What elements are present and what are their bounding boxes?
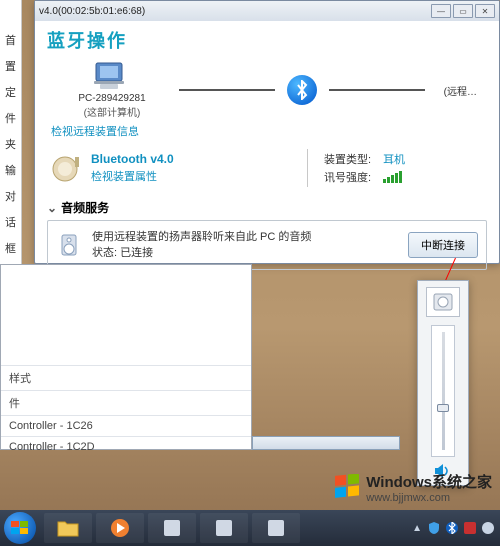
watermark: Windows系统之家 www.bjjmwx.com [334, 471, 492, 504]
left-sidebar-item[interactable]: 首 [0, 28, 21, 54]
remote-device-label: (远程… [437, 83, 477, 98]
left-sidebar-item[interactable]: 定 [0, 80, 21, 106]
app-icon [214, 518, 234, 538]
audio-description: 使用远程装置的扬声器聆听来自此 PC 的音频 [92, 229, 408, 245]
speaker-box-icon [432, 292, 454, 312]
audio-service-header[interactable]: ⌄ 音频服务 [47, 199, 487, 216]
computer-icon [92, 61, 132, 91]
device-type-label: 装置类型: [324, 151, 371, 167]
local-pc-name: PC-289429281 [78, 93, 145, 104]
app-icon [266, 518, 286, 538]
start-button[interactable] [4, 512, 36, 544]
left-sidebar-item[interactable]: 输对话框 [0, 158, 21, 262]
volume-device-icon[interactable] [426, 287, 460, 317]
view-remote-device-info-link[interactable]: 检视远程装置信息 [51, 123, 487, 139]
collapse-icon: ⌄ [47, 201, 57, 215]
list-item[interactable]: Controller - 1C26 [1, 415, 251, 436]
connection-diagram: PC-289429281 (这部计算机) (远程… [47, 61, 487, 119]
signal-strength-icon [383, 171, 402, 183]
status-label: 状态: [92, 247, 117, 259]
app-icon [162, 518, 182, 538]
volume-mixer-popup [417, 280, 469, 486]
watermark-suffix: 系统之家 [432, 474, 492, 491]
background-window: 样式 件 Controller - 1C26 Controller - 1C2D [0, 264, 252, 450]
minimize-button[interactable]: — [431, 4, 451, 18]
tray-bluetooth-icon[interactable] [446, 522, 458, 534]
audio-service-label: 音频服务 [61, 199, 109, 216]
window-titlebar[interactable]: v4.0(00:02:5b:01:e6:68) — ▭ ✕ [35, 1, 499, 21]
maximize-button[interactable]: ▭ [453, 4, 473, 18]
watermark-url: www.bjjmwx.com [366, 492, 492, 504]
window-title: v4.0(00:02:5b:01:e6:68) [39, 6, 429, 17]
signal-strength-label: 讯号强度: [324, 169, 371, 185]
windows-logo-icon [334, 474, 362, 502]
window-heading: 蓝牙操作 [47, 27, 487, 53]
tray-shield-icon[interactable] [428, 522, 440, 534]
connection-line-left [179, 89, 275, 91]
left-sidebar-item[interactable]: 件夹 [0, 106, 21, 158]
local-pc-sublabel: (这部计算机) [84, 104, 141, 119]
connection-line-right [329, 89, 425, 91]
headphone-device-icon [47, 151, 91, 185]
taskbar-item[interactable] [44, 513, 92, 543]
status-value: 已连接 [120, 247, 153, 259]
close-button[interactable]: ✕ [475, 4, 495, 18]
tray-app-icon[interactable] [482, 522, 494, 534]
bluetooth-device-name: Bluetooth v4.0 [91, 152, 174, 166]
minimized-window-strip[interactable] [252, 436, 400, 450]
taskbar: ▲ [0, 510, 500, 546]
volume-slider[interactable] [431, 325, 455, 457]
volume-slider-thumb[interactable] [437, 404, 449, 412]
taskbar-item[interactable] [200, 513, 248, 543]
folder-icon [57, 519, 79, 537]
device-type-value: 耳机 [383, 151, 405, 167]
tray-icon[interactable]: ▲ [412, 523, 422, 534]
list-item[interactable]: 样式 [1, 365, 251, 390]
taskbar-item[interactable] [96, 513, 144, 543]
list-item[interactable]: 件 [1, 390, 251, 415]
left-sidebar-item[interactable]: 置 [0, 54, 21, 80]
speaker-icon [56, 231, 84, 259]
taskbar-item[interactable] [148, 513, 196, 543]
taskbar-item[interactable] [252, 513, 300, 543]
tray-app-icon[interactable] [464, 522, 476, 534]
watermark-brand: Windows [366, 474, 432, 491]
bluetooth-window: v4.0(00:02:5b:01:e6:68) — ▭ ✕ 蓝牙操作 PC-28… [34, 0, 500, 264]
list-item[interactable]: Controller - 1C2D [1, 436, 251, 457]
windows-start-icon [11, 521, 29, 535]
disconnect-button[interactable]: 中断连接 [408, 232, 478, 258]
bluetooth-icon [287, 75, 317, 105]
media-player-icon [110, 518, 130, 538]
view-device-properties-link[interactable]: 检视装置属性 [91, 168, 174, 184]
